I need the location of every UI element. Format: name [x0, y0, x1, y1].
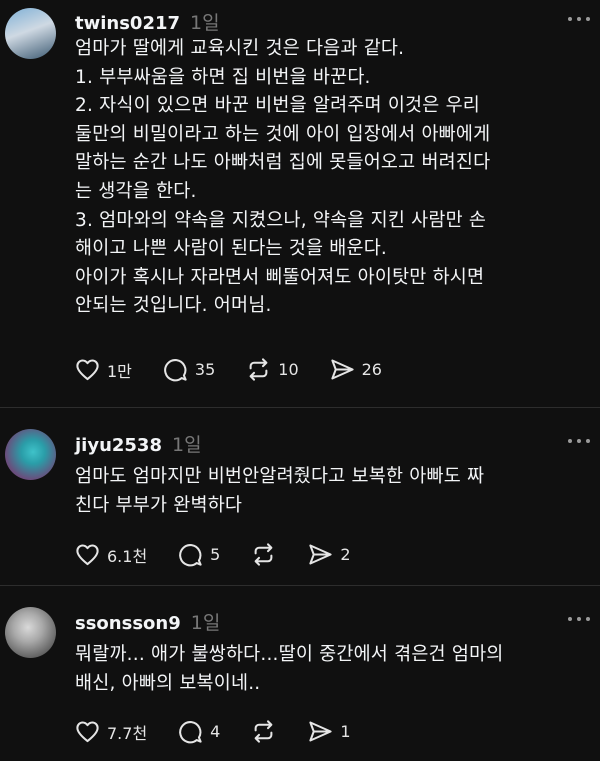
text-line: 배신, 아빠의 보복이네..: [75, 672, 261, 694]
repost-button[interactable]: [250, 718, 277, 745]
like-count: 7.7천: [107, 723, 148, 743]
avatar[interactable]: [5, 429, 56, 480]
share-button[interactable]: 26: [329, 356, 382, 383]
repost-button[interactable]: [250, 541, 277, 568]
speech-bubble-icon: [164, 359, 187, 382]
post-text: 엄마가 딸에게 교육시킨 것은 다음과 같다. 1. 부부싸움을 하면 집 비번…: [75, 35, 590, 321]
repost-count: 10: [278, 360, 299, 379]
post-text: 뭐랄까... 애가 불쌍하다...딸이 중간에서 겪은건 엄마의 배신, 아빠의…: [75, 641, 590, 698]
share-count: 2: [340, 545, 351, 564]
username[interactable]: ssonsson9: [75, 613, 181, 634]
send-icon: [309, 544, 332, 565]
text-line: 는 생각을 한다.: [75, 180, 197, 202]
share-button[interactable]: 1: [307, 718, 351, 745]
text-line: 뭐랄까... 애가 불쌍하다...딸이 중간에서 겪은건 엄마의: [75, 644, 504, 665]
comment-button[interactable]: 4: [177, 718, 220, 745]
comment-count: 4: [210, 722, 221, 741]
heart-icon: [76, 359, 99, 381]
text-line: 안되는 것입니다. 어머님.: [75, 295, 272, 317]
speech-bubble-icon: [179, 721, 202, 744]
comment-button[interactable]: 35: [162, 356, 215, 383]
like-button[interactable]: 7.7천: [74, 718, 147, 745]
text-line: 해이고 나쁜 사람이 된다는 것을 배운다.: [75, 238, 388, 260]
heart-icon: [76, 721, 99, 743]
more-options-icon[interactable]: [568, 17, 590, 21]
post-2: jiyu2538 1일 엄마도 엄마지만 비번안알려줬다고 보복한 아빠도 짜 …: [0, 408, 600, 585]
repost-button[interactable]: 10: [245, 356, 299, 383]
like-button[interactable]: 1만: [74, 356, 132, 383]
text-line: 아이가 혹시나 자라면서 삐뚤어져도 아이탓만 하시면: [75, 266, 485, 288]
like-button[interactable]: 6.1천: [74, 541, 147, 568]
username[interactable]: jiyu2538: [75, 435, 162, 456]
timestamp: 1일: [190, 12, 220, 34]
share-count: 1: [340, 722, 351, 741]
avatar[interactable]: [5, 8, 56, 59]
like-count: 1만: [107, 361, 132, 381]
share-count: 26: [361, 360, 382, 379]
text-line: 친다 부부가 완벽하다: [75, 494, 243, 516]
text-line: 엄마가 딸에게 교육시킨 것은 다음과 같다.: [75, 38, 405, 59]
repost-icon: [254, 720, 273, 743]
text-line: 말하는 순간 나도 아빠처럼 집에 못들어오고 버려진다: [75, 152, 491, 174]
more-options-icon[interactable]: [568, 617, 590, 621]
post-text: 엄마도 엄마지만 비번안알려줬다고 보복한 아빠도 짜 친다 부부가 완벽하다: [75, 463, 590, 520]
speech-bubble-icon: [179, 544, 202, 567]
comment-count: 35: [194, 360, 216, 379]
like-count: 6.1천: [107, 546, 148, 566]
text-line: 3. 엄마와의 약속을 지켰으나, 약속을 지킨 사람만 손: [75, 209, 487, 231]
text-line: 둘만의 비밀이라고 하는 것에 아이 입장에서 아빠에게: [75, 123, 491, 145]
share-button[interactable]: 2: [307, 541, 351, 568]
username[interactable]: twins0217: [75, 13, 180, 34]
post-1: twins0217 1일 엄마가 딸에게 교육시킨 것은 다음과 같다. 1. …: [0, 0, 600, 407]
repost-icon: [254, 543, 273, 566]
text-line: 1. 부부싸움을 하면 집 비번을 바꾼다.: [75, 66, 371, 88]
more-options-icon[interactable]: [568, 439, 590, 443]
text-line: 엄마도 엄마지만 비번안알려줬다고 보복한 아빠도 짜: [75, 466, 485, 487]
comment-button[interactable]: 5: [177, 541, 220, 568]
send-icon: [330, 359, 354, 380]
repost-icon: [249, 358, 268, 381]
post-3: ssonsson9 1일 뭐랄까... 애가 불쌍하다...딸이 중간에서 겪은…: [0, 586, 600, 761]
text-line: 2. 자식이 있으면 바꾼 비번을 알려주며 이것은 우리: [75, 95, 481, 117]
send-icon: [309, 721, 332, 742]
timestamp: 1일: [172, 434, 202, 456]
comment-count: 5: [210, 545, 221, 564]
heart-icon: [76, 544, 99, 566]
avatar[interactable]: [5, 607, 56, 658]
timestamp: 1일: [190, 612, 221, 634]
